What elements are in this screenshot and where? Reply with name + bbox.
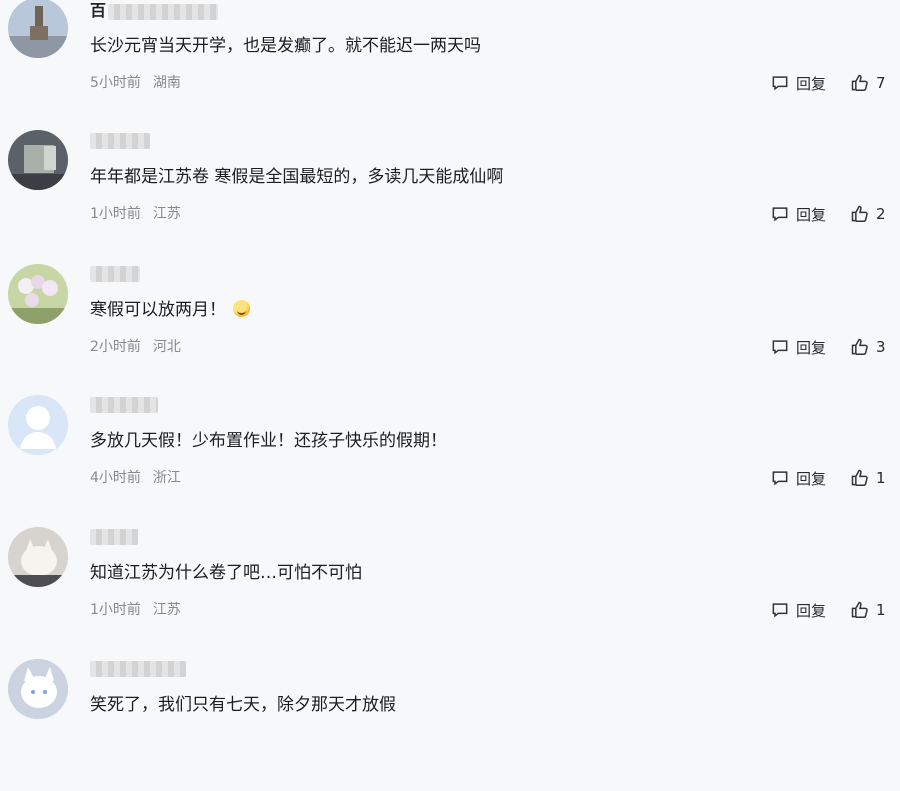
thumbs-up-icon xyxy=(851,74,868,91)
flower-photo-avatar-icon[interactable] xyxy=(8,264,68,324)
comment-bubble-icon xyxy=(772,471,788,486)
comment-username-text: 百 xyxy=(90,1,107,20)
comment-region: 河北 xyxy=(152,339,181,355)
like-count: 1 xyxy=(876,469,886,487)
comment-actions: 回复 2 xyxy=(770,203,886,225)
comment-item: 年年都是江苏卷 寒假是全国最短的，多读几天能成仙啊 1小时前 江苏 回复 2 xyxy=(0,130,900,263)
comment-meta: 4小时前 浙江 xyxy=(90,469,181,487)
comment-text: 长沙元宵当天开学，也是发癫了。就不能迟一两天吗 xyxy=(90,36,481,56)
reply-button[interactable]: 回复 xyxy=(770,204,826,225)
thumbs-up-icon xyxy=(851,601,868,618)
white-cat-avatar-icon[interactable] xyxy=(8,659,68,719)
comment-username[interactable] xyxy=(90,659,186,677)
reply-button[interactable]: 回复 xyxy=(770,337,826,358)
reply-button[interactable]: 回复 xyxy=(770,468,826,489)
comment-text-content: 寒假可以放两月！ xyxy=(90,300,226,320)
reply-button[interactable]: 回复 xyxy=(770,600,826,621)
comment-actions: 回复 3 xyxy=(770,336,886,358)
comment-text: 多放几天假！少布置作业！还孩子快乐的假期！ xyxy=(90,431,447,451)
comment-bubble-icon xyxy=(772,76,788,91)
comment-time: 1小时前 xyxy=(90,206,141,222)
like-count: 2 xyxy=(876,205,886,223)
cat-photo-avatar-icon[interactable] xyxy=(8,527,68,587)
comment-text: 年年都是江苏卷 寒假是全国最短的，多读几天能成仙啊 xyxy=(90,167,504,187)
like-button[interactable]: 1 xyxy=(850,468,886,488)
comment-meta: 2小时前 河北 xyxy=(90,338,181,356)
comment-item: 笑死了，我们只有七天，除夕那天才放假 xyxy=(0,659,900,791)
comment-region: 江苏 xyxy=(152,602,181,618)
comment-text: 寒假可以放两月！ xyxy=(90,298,250,322)
comment-actions: 回复 1 xyxy=(770,467,886,489)
thumbs-up-icon xyxy=(851,338,868,355)
laughing-face-emoji-icon xyxy=(233,300,250,317)
username-redaction xyxy=(90,133,150,149)
comment-text: 知道江苏为什么卷了吧…可怕不可怕 xyxy=(90,563,362,583)
username-redaction xyxy=(90,266,140,282)
tower-photo-avatar-icon[interactable] xyxy=(8,0,68,58)
like-button[interactable]: 3 xyxy=(850,337,886,357)
username-redaction xyxy=(108,3,219,20)
comment-meta: 1小时前 江苏 xyxy=(90,601,181,619)
comment-time: 5小时前 xyxy=(90,75,141,91)
comment-meta: 5小时前 湖南 xyxy=(90,74,181,92)
comment-actions: 回复 1 xyxy=(770,599,886,621)
comment-bubble-icon xyxy=(772,603,788,618)
like-button[interactable]: 1 xyxy=(850,600,886,620)
comment-bubble-icon xyxy=(772,207,788,222)
like-count: 3 xyxy=(876,338,886,356)
reply-button[interactable]: 回复 xyxy=(770,73,826,94)
comment-actions: 回复 7 xyxy=(770,72,886,94)
comment-time: 1小时前 xyxy=(90,602,141,618)
like-button[interactable]: 7 xyxy=(850,73,886,93)
comment-region: 江苏 xyxy=(152,206,181,222)
comment-meta: 1小时前 江苏 xyxy=(90,205,181,223)
comment-item: 知道江苏为什么卷了吧…可怕不可怕 1小时前 江苏 回复 1 xyxy=(0,527,900,659)
comment-time: 4小时前 xyxy=(90,470,141,486)
reply-label: 回复 xyxy=(795,205,826,224)
comment-region: 湖南 xyxy=(152,75,181,91)
thumbs-up-icon xyxy=(851,205,868,222)
reply-label: 回复 xyxy=(795,601,826,620)
like-count: 1 xyxy=(876,601,886,619)
username-redaction xyxy=(90,397,158,413)
comment-bubble-icon xyxy=(772,340,788,355)
comment-username[interactable] xyxy=(90,527,138,545)
comment-item: 寒假可以放两月！ 2小时前 河北 回复 3 xyxy=(0,264,900,396)
reply-label: 回复 xyxy=(795,74,826,93)
comment-region: 浙江 xyxy=(152,470,181,486)
reply-label: 回复 xyxy=(795,469,826,488)
username-redaction xyxy=(90,661,186,677)
comment-time: 2小时前 xyxy=(90,339,141,355)
default-user-avatar-icon[interactable] xyxy=(8,395,68,455)
comment-item: 百 长沙元宵当天开学，也是发癫了。就不能迟一两天吗 5小时前 湖南 回复 7 xyxy=(0,0,900,132)
comment-username[interactable] xyxy=(90,264,140,282)
thumbs-up-icon xyxy=(851,469,868,486)
username-redaction xyxy=(90,529,138,545)
like-count: 7 xyxy=(876,74,886,92)
comment-item: 多放几天假！少布置作业！还孩子快乐的假期！ 4小时前 浙江 回复 1 xyxy=(0,395,900,527)
comment-username[interactable] xyxy=(90,131,150,149)
like-button[interactable]: 2 xyxy=(850,204,886,224)
room-photo-avatar-icon[interactable] xyxy=(8,130,68,190)
comment-username[interactable] xyxy=(90,395,158,413)
comment-username[interactable]: 百 xyxy=(90,1,219,20)
comment-text: 笑死了，我们只有七天，除夕那天才放假 xyxy=(90,695,396,715)
reply-label: 回复 xyxy=(795,338,826,357)
